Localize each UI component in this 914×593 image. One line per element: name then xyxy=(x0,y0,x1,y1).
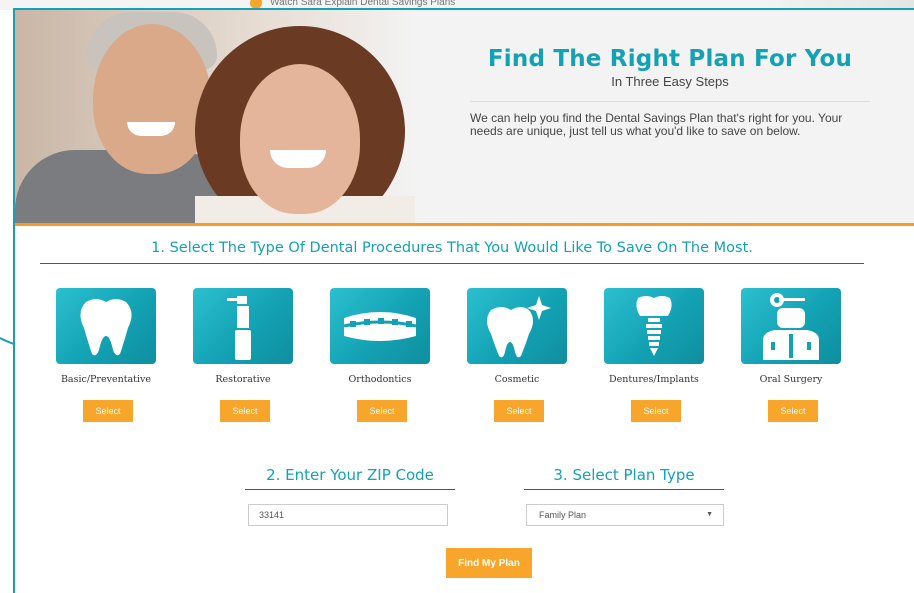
plan-type-select[interactable]: Family Plan ▼ xyxy=(526,504,724,526)
procedure-label: Oral Surgery xyxy=(759,374,823,385)
select-oral-surgery-button[interactable]: Select xyxy=(768,400,818,422)
drill-icon[interactable] xyxy=(193,288,293,364)
hero-description: We can help you find the Dental Savings … xyxy=(470,111,843,138)
procedure-label: Orthodontics xyxy=(348,374,412,385)
procedure-label: Basic/Preventative xyxy=(60,374,152,385)
procedure-label: Cosmetic xyxy=(494,374,540,385)
select-restorative-button[interactable]: Select xyxy=(220,400,270,422)
procedure-card-basic: Basic/Preventative Select xyxy=(38,288,158,428)
chevron-down-icon: ▼ xyxy=(706,511,713,518)
step2-section: 2. Enter Your ZIP Code xyxy=(245,466,455,490)
couple-photo xyxy=(15,10,415,223)
surgeon-icon[interactable] xyxy=(741,288,841,364)
page-title: Find The Right Plan For You xyxy=(487,46,853,72)
zip-code-input[interactable] xyxy=(248,504,448,526)
procedure-card-orthodontics: Orthodontics Select xyxy=(312,288,432,428)
page-subtitle: In Three Easy Steps xyxy=(611,74,729,89)
select-implants-button[interactable]: Select xyxy=(631,400,681,422)
hero-banner: Find The Right Plan For You In Three Eas… xyxy=(15,10,914,226)
braces-icon[interactable] xyxy=(330,288,430,364)
procedure-card-implants: Dentures/Implants Select xyxy=(586,288,706,428)
select-orthodontics-button[interactable]: Select xyxy=(357,400,407,422)
step3-section: 3. Select Plan Type xyxy=(524,466,724,490)
select-basic-button[interactable]: Select xyxy=(83,400,133,422)
select-cosmetic-button[interactable]: Select xyxy=(494,400,544,422)
step3-title: 3. Select Plan Type xyxy=(524,466,724,490)
procedure-label: Dentures/Implants xyxy=(609,374,699,385)
divider xyxy=(470,101,870,102)
step1-section: 1. Select The Type Of Dental Procedures … xyxy=(40,240,864,264)
procedure-card-oral-surgery: Oral Surgery Select xyxy=(723,288,843,428)
implant-icon[interactable] xyxy=(604,288,704,364)
step1-title: 1. Select The Type Of Dental Procedures … xyxy=(40,240,864,264)
procedure-card-restorative: Restorative Select xyxy=(175,288,295,428)
tooth-icon[interactable] xyxy=(56,288,156,364)
find-my-plan-button[interactable]: Find My Plan xyxy=(446,548,532,578)
plan-type-value: Family Plan xyxy=(539,510,587,520)
step2-title: 2. Enter Your ZIP Code xyxy=(245,466,455,490)
hero-text: Find The Right Plan For You In Three Eas… xyxy=(470,46,870,138)
procedure-card-cosmetic: Cosmetic Select xyxy=(449,288,569,428)
background-video-link[interactable]: Watch Sara Explain Dental Savings Plans xyxy=(270,0,455,8)
procedure-label: Restorative xyxy=(215,374,271,385)
procedure-cards: Basic/Preventative Select Restorative Se… xyxy=(38,288,868,428)
sparkle-tooth-icon[interactable] xyxy=(467,288,567,364)
